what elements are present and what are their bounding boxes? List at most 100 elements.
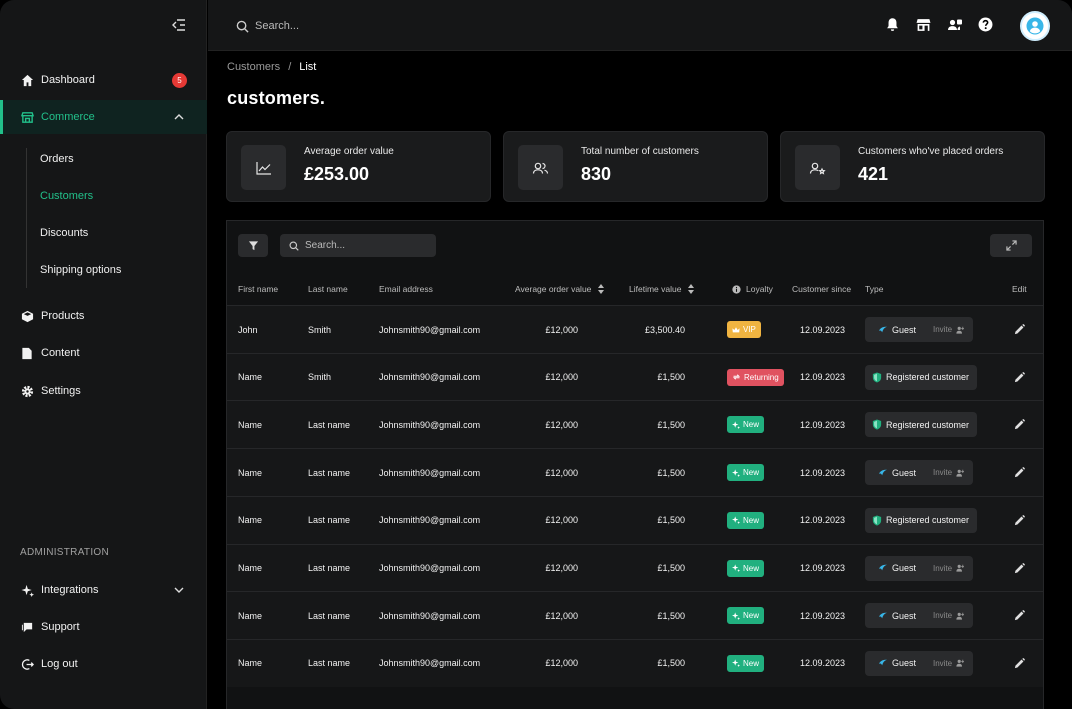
chevron-down-icon[interactable]	[173, 584, 185, 596]
type-label: Registered customer	[886, 515, 970, 526]
table-row[interactable]: Name Last name Johnsmith90@gmail.com £12…	[227, 448, 1043, 497]
global-search-input[interactable]: Search...	[236, 16, 299, 36]
cell-first-name: Name	[238, 467, 263, 478]
column-header-first-name: First name	[238, 284, 279, 294]
users-icon[interactable]	[947, 17, 963, 33]
type-label: Guest	[892, 324, 917, 335]
invite-button[interactable]: Invite	[927, 468, 968, 477]
cell-type: Registered customer	[865, 354, 978, 401]
user-icon	[1026, 17, 1044, 35]
cell-type: Registered customer	[865, 401, 978, 448]
sparkle-icon	[20, 583, 34, 597]
expand-icon	[1005, 240, 1017, 251]
stat-label: Customers who've placed orders	[858, 146, 1004, 157]
cell-lifetime-value: £1,500	[657, 563, 685, 573]
sort-icon[interactable]	[598, 284, 605, 294]
table-row[interactable]: Name Last name Johnsmith90@gmail.com £12…	[227, 495, 1043, 544]
sidebar-item-products[interactable]: Products	[0, 299, 207, 333]
sidebar-item-support[interactable]: Support	[0, 610, 207, 644]
loyalty-label: New	[743, 420, 760, 430]
cell-average-order-value: £12,000	[545, 658, 578, 669]
guest-label: Guest	[865, 460, 927, 485]
cell-loyalty: New	[727, 545, 765, 592]
cell-average-order-value: £12,000	[545, 515, 578, 526]
invite-button[interactable]: Invite	[927, 325, 968, 334]
invite-button[interactable]: Invite	[927, 611, 968, 620]
table-row[interactable]: Name Last name Johnsmith90@gmail.com £12…	[227, 400, 1043, 449]
pencil-icon[interactable]	[1014, 610, 1025, 621]
filter-button[interactable]	[238, 234, 268, 257]
cell-edit	[1014, 497, 1025, 544]
cell-first-name: Name	[238, 658, 263, 669]
help-icon[interactable]	[978, 17, 994, 33]
sidebar-item-label: Commerce	[41, 111, 95, 123]
pencil-icon[interactable]	[1014, 324, 1025, 335]
user-plus-icon	[956, 326, 965, 334]
pencil-icon[interactable]	[1014, 467, 1025, 478]
column-header-label: Lifetime value	[629, 284, 682, 294]
sidebar-item-label: Settings	[41, 385, 81, 397]
sidebar-item-logout[interactable]: Log out	[0, 647, 207, 681]
sidebar-item-integrations[interactable]: Integrations	[0, 573, 207, 607]
invite-button[interactable]: Invite	[927, 659, 968, 668]
avatar[interactable]	[1020, 11, 1050, 41]
stat-value: 421	[858, 164, 889, 184]
cell-average-order-value: £12,000	[545, 467, 578, 478]
sidebar-subitem-customers[interactable]: Customers	[40, 190, 93, 202]
table-row[interactable]: Name Last name Johnsmith90@gmail.com £12…	[227, 591, 1043, 640]
expand-button[interactable]	[990, 234, 1032, 257]
loyalty-badge: New	[727, 607, 765, 625]
chart-icon	[241, 145, 286, 190]
sort-icon[interactable]	[688, 284, 695, 294]
column-header-loyalty: Loyalty	[732, 284, 773, 294]
sidebar-subitem-shipping-options[interactable]: Shipping options	[40, 264, 121, 276]
pencil-icon[interactable]	[1014, 658, 1025, 669]
gear-icon	[20, 384, 34, 398]
collapse-sidebar-icon[interactable]	[172, 18, 190, 34]
sparkle-icon	[732, 564, 740, 572]
cell-average-order-value: £12,000	[545, 563, 578, 573]
cell-average-order-value: £12,000	[545, 372, 578, 383]
table-row[interactable]: Name Last name Johnsmith90@gmail.com £12…	[227, 638, 1043, 687]
shield-icon	[872, 372, 882, 383]
sparkle-icon	[732, 468, 740, 477]
cell-customer-since: 12.09.2023	[800, 610, 846, 621]
sidebar-item-settings[interactable]: Settings	[0, 374, 207, 408]
table-row[interactable]: Name Smith Johnsmith90@gmail.com £12,000…	[227, 352, 1043, 401]
cell-loyalty: New	[727, 401, 765, 448]
invite-button[interactable]: Invite	[927, 564, 968, 573]
search-icon	[236, 20, 249, 33]
table-row[interactable]: Name Last name Johnsmith90@gmail.com £12…	[227, 543, 1043, 592]
sidebar-subitem-orders[interactable]: Orders	[40, 153, 74, 165]
column-header-average-order-value[interactable]: Average order value	[515, 284, 605, 294]
sidebar-subitem-discounts[interactable]: Discounts	[40, 227, 88, 239]
loyalty-label: New	[743, 658, 760, 668]
cell-type: Guest Invite	[865, 592, 973, 639]
sidebar-item-dashboard[interactable]: Dashboard 5	[0, 63, 207, 97]
sidebar-item-commerce[interactable]: Commerce	[0, 100, 207, 134]
sidebar-item-content[interactable]: Content	[0, 336, 207, 370]
pencil-icon[interactable]	[1014, 562, 1025, 574]
shield-icon	[872, 419, 882, 430]
column-header-lifetime-value[interactable]: Lifetime value	[629, 284, 695, 294]
cell-last-name: Smith	[308, 372, 332, 383]
info-icon[interactable]	[732, 284, 741, 294]
guest-icon	[879, 612, 887, 619]
cell-first-name: Name	[238, 610, 263, 621]
pencil-icon[interactable]	[1014, 371, 1025, 383]
store-icon[interactable]	[916, 17, 932, 33]
pencil-icon[interactable]	[1014, 419, 1025, 430]
chat-icon	[20, 620, 34, 634]
pencil-icon[interactable]	[1014, 514, 1025, 526]
table-search-input[interactable]: Search...	[280, 234, 436, 257]
bell-icon[interactable]	[885, 17, 901, 33]
column-header-label: Loyalty	[746, 284, 773, 294]
chevron-up-icon[interactable]	[173, 111, 185, 123]
cell-type: Guest Invite	[865, 306, 973, 353]
loyalty-label: New	[743, 468, 760, 478]
breadcrumb-parent-link[interactable]: Customers	[227, 61, 280, 73]
table-row[interactable]: John Smith Johnsmith90@gmail.com £12,000…	[227, 305, 1043, 353]
cell-email: Johnsmith90@gmail.com	[379, 563, 481, 573]
column-header-type: Type	[865, 284, 884, 294]
guest-label: Guest	[865, 556, 927, 581]
